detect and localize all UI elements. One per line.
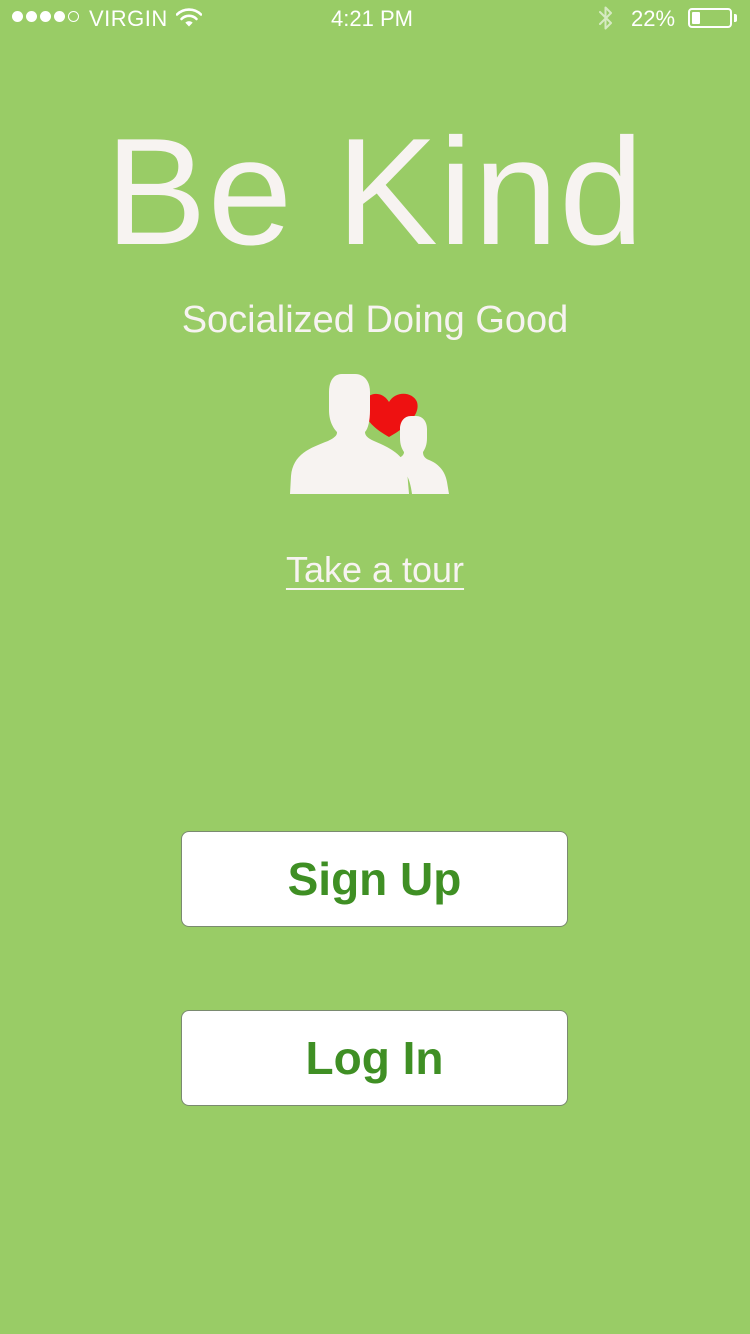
app-tagline: Socialized Doing Good <box>181 299 569 341</box>
battery-percentage: 22% <box>631 6 676 31</box>
battery-level-fill <box>692 12 700 24</box>
people-heart-icon <box>288 372 450 496</box>
take-tour-container: Take a tour <box>0 548 750 592</box>
log-in-label: Log In <box>305 1032 444 1084</box>
log-in-button[interactable]: Log In <box>181 1010 568 1106</box>
battery-icon <box>688 8 732 28</box>
sign-up-button[interactable]: Sign Up <box>181 831 568 927</box>
sign-up-label: Sign Up <box>287 853 462 905</box>
take-tour-link[interactable]: Take a tour <box>286 549 464 590</box>
bluetooth-icon <box>598 5 614 37</box>
status-bar: VIRGIN 4:21 PM 22% <box>0 0 750 40</box>
battery-terminal <box>734 14 737 22</box>
app-title: Be Kind <box>105 107 645 277</box>
